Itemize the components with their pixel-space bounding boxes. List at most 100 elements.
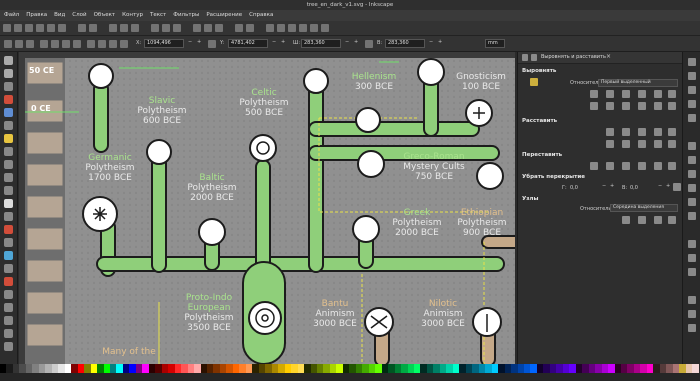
distribute-vgaps-icon[interactable]: [654, 140, 662, 148]
height-increment-button[interactable]: +: [438, 39, 442, 45]
align-bottom-edge-icon[interactable]: [590, 102, 598, 110]
raise-icon[interactable]: [98, 40, 106, 48]
v-gap-increment-button[interactable]: +: [666, 183, 670, 189]
nodes-relative-select[interactable]: Середина выделения: [610, 204, 678, 212]
distribute-right-icon[interactable]: [638, 128, 646, 136]
measure-tool-icon[interactable]: [4, 303, 13, 312]
unit-select[interactable]: mm: [485, 39, 505, 48]
export-icon[interactable]: [58, 24, 66, 32]
rectangle-tool-icon[interactable]: [4, 95, 13, 104]
pen-tool-icon[interactable]: [4, 173, 13, 182]
lock-ratio-icon[interactable]: [208, 40, 216, 48]
snap-bbox-edges-icon[interactable]: [688, 86, 696, 94]
flip-horizontal-icon[interactable]: [62, 40, 70, 48]
eraser-tool-icon[interactable]: [4, 225, 13, 234]
rotate-cw-icon[interactable]: [51, 40, 59, 48]
y-decrement-button[interactable]: −: [272, 39, 276, 45]
snap-centers-icon[interactable]: [688, 240, 696, 248]
exchange-selection-icon[interactable]: [606, 162, 614, 170]
selector-tool-icon[interactable]: [4, 56, 13, 65]
snap-nodes-icon[interactable]: [688, 142, 696, 150]
calligraphy-tool-icon[interactable]: [4, 186, 13, 195]
v-gap-field[interactable]: 0,0: [630, 185, 638, 191]
lock-icon[interactable]: [365, 40, 373, 48]
spiral-tool-icon[interactable]: [4, 147, 13, 156]
clone-icon[interactable]: [204, 24, 212, 32]
select-all-layers-icon[interactable]: [15, 40, 23, 48]
spray-tool-icon[interactable]: [4, 212, 13, 221]
h-gap-decrement-button[interactable]: −: [602, 183, 606, 189]
xml-editor-icon[interactable]: [299, 24, 307, 32]
horizontal-ruler[interactable]: [19, 52, 515, 58]
snap-intersections-icon[interactable]: [688, 170, 696, 178]
pencil-tool-icon[interactable]: [4, 160, 13, 169]
raise-top-icon[interactable]: [87, 40, 95, 48]
move-selection-icon[interactable]: [530, 78, 538, 86]
menu-edit[interactable]: Правка: [26, 10, 47, 21]
close-tab-icon[interactable]: ×: [606, 53, 611, 60]
new-document-icon[interactable]: [3, 24, 11, 32]
tab-icon[interactable]: [531, 54, 537, 61]
width-decrement-button[interactable]: −: [345, 39, 349, 45]
distribute-nodes-v-icon[interactable]: [668, 216, 676, 224]
node-tool-icon[interactable]: [4, 69, 13, 78]
mesh-tool-icon[interactable]: [4, 264, 13, 273]
ellipse-tool-icon[interactable]: [4, 121, 13, 130]
align-nodes-v-icon[interactable]: [638, 216, 646, 224]
graph-layout-icon[interactable]: [590, 162, 598, 170]
align-distribute-icon[interactable]: [310, 24, 318, 32]
vertical-ruler[interactable]: [19, 58, 25, 364]
ungroup-icon[interactable]: [246, 24, 254, 32]
duplicate-icon[interactable]: [193, 24, 201, 32]
y-field[interactable]: 4781,402: [228, 39, 268, 48]
align-right-edge-icon[interactable]: [590, 90, 598, 98]
y-increment-button[interactable]: +: [281, 39, 285, 45]
height-decrement-button[interactable]: −: [429, 39, 433, 45]
text-tool-icon[interactable]: [4, 199, 13, 208]
snap-midpoints-icon[interactable]: [688, 114, 696, 122]
3d-box-tool-icon[interactable]: [4, 108, 13, 117]
snap-cusp-icon[interactable]: [688, 184, 696, 192]
align-bottom-icon[interactable]: [638, 102, 646, 110]
menu-text[interactable]: Текст: [150, 10, 166, 21]
distribute-baseline-icon[interactable]: [668, 128, 676, 136]
dropper-tool-icon[interactable]: [4, 277, 13, 286]
save-icon[interactable]: [25, 24, 33, 32]
snap-bbox-icon[interactable]: [688, 72, 696, 80]
distribute-vbaseline-icon[interactable]: [668, 140, 676, 148]
menu-view[interactable]: Вид: [54, 10, 65, 21]
cut-icon[interactable]: [120, 24, 128, 32]
snap-corners-icon[interactable]: [688, 100, 696, 108]
exchange-z-order-icon[interactable]: [622, 162, 630, 170]
relative-to-select[interactable]: Первый выделенный: [598, 79, 678, 87]
snap-line-midpoints-icon[interactable]: [688, 212, 696, 220]
align-top-edge-icon[interactable]: [654, 102, 662, 110]
group-icon[interactable]: [235, 24, 243, 32]
menu-layer[interactable]: Слой: [72, 10, 86, 21]
fill-stroke-icon[interactable]: [266, 24, 274, 32]
drawing-canvas[interactable]: 50 CE 0 CE Hellenism 300 BCE Gnosticism 10…: [19, 52, 515, 364]
menu-file[interactable]: Файл: [4, 10, 19, 21]
snap-rotation-centers-icon[interactable]: [688, 254, 696, 262]
snap-paths-icon[interactable]: [688, 156, 696, 164]
text-font-icon[interactable]: [277, 24, 285, 32]
open-file-icon[interactable]: [14, 24, 22, 32]
menu-extensions[interactable]: Расширение: [206, 10, 242, 21]
preferences-icon[interactable]: [321, 24, 329, 32]
align-left-icon[interactable]: [606, 90, 614, 98]
randomize-icon[interactable]: [654, 162, 662, 170]
zoom-out-tool-icon[interactable]: [4, 329, 13, 338]
align-baseline-icon[interactable]: [668, 90, 676, 98]
h-gap-field[interactable]: 0,0: [570, 185, 578, 191]
align-nodes-h-icon[interactable]: [622, 216, 630, 224]
unclump-icon[interactable]: [668, 162, 676, 170]
lpe-tool-icon[interactable]: [4, 342, 13, 351]
snap-page-border-icon[interactable]: [688, 296, 696, 304]
flip-vertical-icon[interactable]: [73, 40, 81, 48]
lower-bottom-icon[interactable]: [120, 40, 128, 48]
distribute-gaps-icon[interactable]: [654, 128, 662, 136]
lower-icon[interactable]: [109, 40, 117, 48]
x-increment-button[interactable]: +: [197, 39, 201, 45]
distribute-center-icon[interactable]: [622, 128, 630, 136]
exchange-clockwise-icon[interactable]: [638, 162, 646, 170]
